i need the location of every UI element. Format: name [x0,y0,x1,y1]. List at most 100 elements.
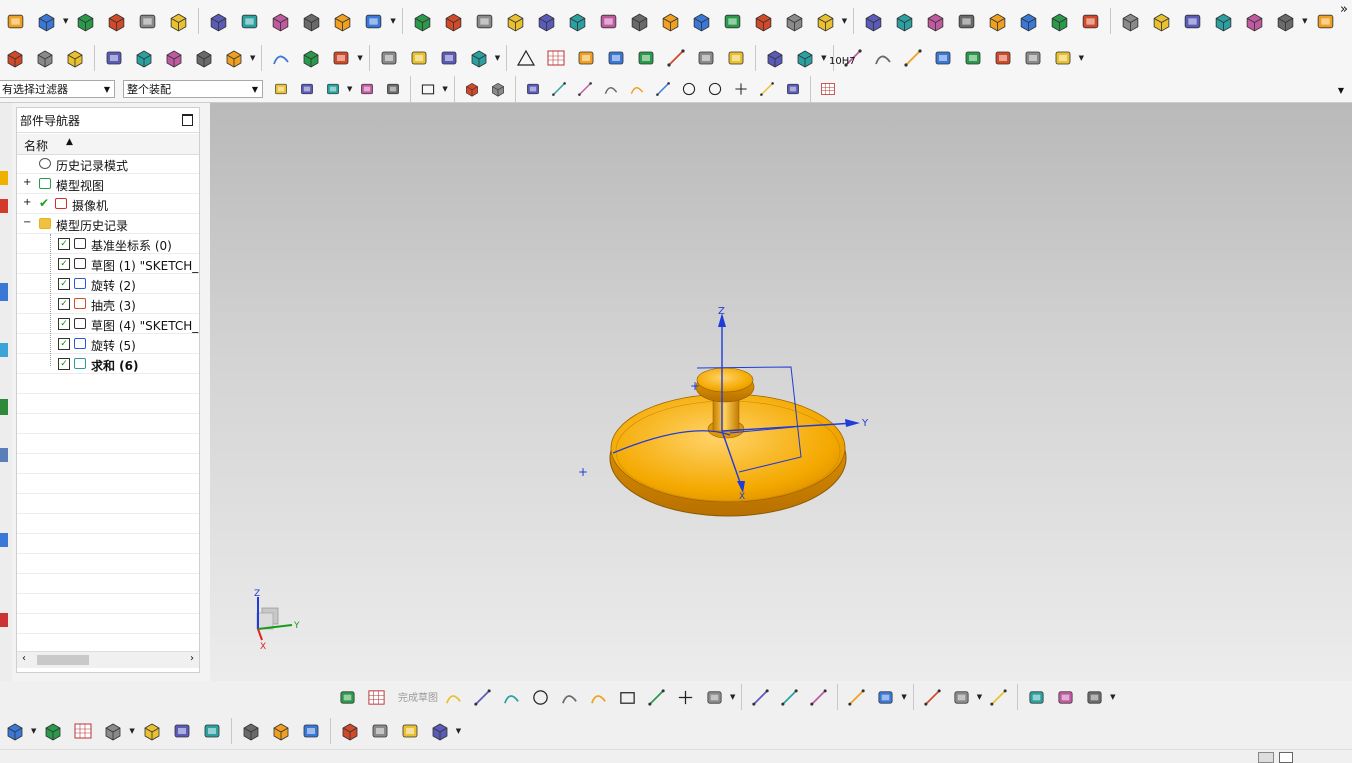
toolbar-tool-icon[interactable] [933,48,953,68]
toolbar-tool-icon[interactable] [137,11,158,32]
sketch-tool-icon[interactable] [338,688,357,707]
selection-tool-icon[interactable] [707,81,723,97]
selection-tool-icon[interactable] [359,81,375,97]
visibility-checkbox[interactable]: ✓ [58,278,70,290]
model-view[interactable]: Z Y X + + [210,103,1352,681]
toolbar-tool-icon[interactable] [722,11,743,32]
toolbar-tool-icon[interactable] [963,48,983,68]
resource-tab-icon[interactable] [0,399,8,415]
toolbar-tool-icon[interactable] [168,11,189,32]
resource-tab-icon[interactable] [0,613,8,627]
dropdown-arrow-icon[interactable]: ▼ [250,54,255,62]
sketch-tool-icon[interactable] [1056,688,1075,707]
toolbar-tool-icon[interactable] [208,11,229,32]
scroll-right-icon[interactable]: › [190,653,194,664]
toolbar-tool-icon[interactable] [598,11,619,32]
dropdown-arrow-icon[interactable]: ▼ [442,85,447,93]
toolbar-tool-icon[interactable] [194,48,214,68]
toolbar-tool-icon[interactable] [439,48,459,68]
assembly-tool-icon[interactable] [271,721,291,741]
graphics-viewport[interactable]: Z Y X + + Z Y X [210,103,1352,681]
sketch-tool-icon[interactable] [589,688,608,707]
selection-tool-icon[interactable] [299,81,315,97]
selection-tool-icon[interactable] [733,81,749,97]
resource-tab-icon[interactable] [0,533,8,547]
toolbar-tool-icon[interactable] [474,11,495,32]
toolbar-tool-icon[interactable] [104,48,124,68]
tree-row[interactable]: ✓ 旋转 (5) [17,334,199,354]
toolbar-tool-icon[interactable] [956,11,977,32]
selection-tool-icon[interactable] [385,81,401,97]
toolbar-tool-icon[interactable] [636,48,656,68]
toolbar-tool-icon[interactable] [863,11,884,32]
dropdown-arrow-icon[interactable]: ▼ [1079,54,1084,62]
visibility-checkbox[interactable]: ✓ [58,298,70,310]
toolbar-tool-icon[interactable] [993,48,1013,68]
sketch-tool-icon[interactable] [560,688,579,707]
selection-tool-icon[interactable] [785,81,801,97]
tree-row[interactable]: ✓ 抽壳 (3) [17,294,199,314]
toolbar-tool-icon[interactable] [691,11,712,32]
assembly-tool-icon[interactable] [5,721,25,741]
expand-icon[interactable]: + [23,177,31,188]
scroll-left-icon[interactable]: ‹ [22,653,26,664]
resource-tab-icon[interactable] [0,199,8,213]
tree-row[interactable]: ✓ 草图 (4) "SKETCH_( [17,314,199,334]
dropdown-arrow-icon[interactable]: ▼ [977,693,982,701]
expand-icon[interactable]: + [23,197,31,208]
dropdown-arrow-icon[interactable]: ▼ [821,54,826,62]
toolbar-tool-icon[interactable] [36,11,57,32]
selection-tool-icon[interactable] [629,81,645,97]
assembly-tool-icon[interactable] [430,721,450,741]
assembly-tool-icon[interactable] [370,721,390,741]
dropdown-arrow-icon[interactable]: ▼ [730,693,735,701]
dropdown-arrow-icon[interactable]: ▼ [1110,693,1115,701]
dropdown-arrow-icon[interactable]: ▼ [901,693,906,701]
dropdown-arrow-icon[interactable]: ▼ [347,85,352,93]
toolbar-tool-icon[interactable] [987,11,1008,32]
toolbar-tool-icon[interactable] [784,11,805,32]
toolbar-tool-icon[interactable] [1151,11,1172,32]
toolbar-tool-icon[interactable] [516,48,536,68]
toolbar-tool-icon[interactable] [795,48,815,68]
finish-sketch-label[interactable]: 完成草图 [398,689,438,704]
visibility-checkbox[interactable]: ✓ [58,338,70,350]
resource-tab-icon[interactable] [0,448,8,462]
toolbar-tool-icon[interactable] [5,11,26,32]
toolbar-tool-icon[interactable] [536,11,557,32]
sketch-tool-icon[interactable] [751,688,770,707]
selection-tool-icon[interactable] [681,81,697,97]
toolbar-tool-icon[interactable] [903,48,923,68]
more-tools-button[interactable]: » [1340,2,1348,17]
selection-tool-icon[interactable] [603,81,619,97]
scroll-thumb[interactable] [37,655,89,665]
assembly-tool-icon[interactable] [241,721,261,741]
selection-tool-icon[interactable] [490,81,506,97]
toolbar-tool-icon[interactable] [35,48,55,68]
column-header-name[interactable]: 名称 ▲ [17,134,199,155]
assembly-tool-icon[interactable] [103,721,123,741]
toolbar-tool-icon[interactable] [1213,11,1234,32]
sketch-tool-icon[interactable] [876,688,895,707]
scope-select[interactable]: 整个装配 ▼ [123,80,263,98]
dropdown-arrow-icon[interactable]: ▼ [390,17,395,25]
toolbar-tool-icon[interactable] [567,11,588,32]
resource-tab-icon[interactable] [0,283,8,301]
sketch-tool-icon[interactable] [473,688,492,707]
selection-tool-icon[interactable] [325,81,341,97]
dropdown-arrow-icon[interactable]: ▼ [129,727,134,735]
toolbar-tool-icon[interactable] [409,48,429,68]
toolbar-tool-icon[interactable] [1182,11,1203,32]
toolbar-tool-icon[interactable] [753,11,774,32]
toolbar-tool-icon[interactable] [301,11,322,32]
toolbar-tool-icon[interactable] [332,11,353,32]
toolbar-tool-icon[interactable] [576,48,596,68]
resource-tab-icon[interactable] [0,343,8,357]
assembly-tool-icon[interactable] [301,721,321,741]
selection-tool-icon[interactable] [551,81,567,97]
assembly-tool-icon[interactable] [73,721,93,741]
tree-row[interactable]: ✓ 基准坐标系 (0) [17,234,199,254]
selection-tool-icon[interactable] [525,81,541,97]
dropdown-arrow-icon[interactable]: ▼ [495,54,500,62]
selection-tool-icon[interactable] [273,81,289,97]
